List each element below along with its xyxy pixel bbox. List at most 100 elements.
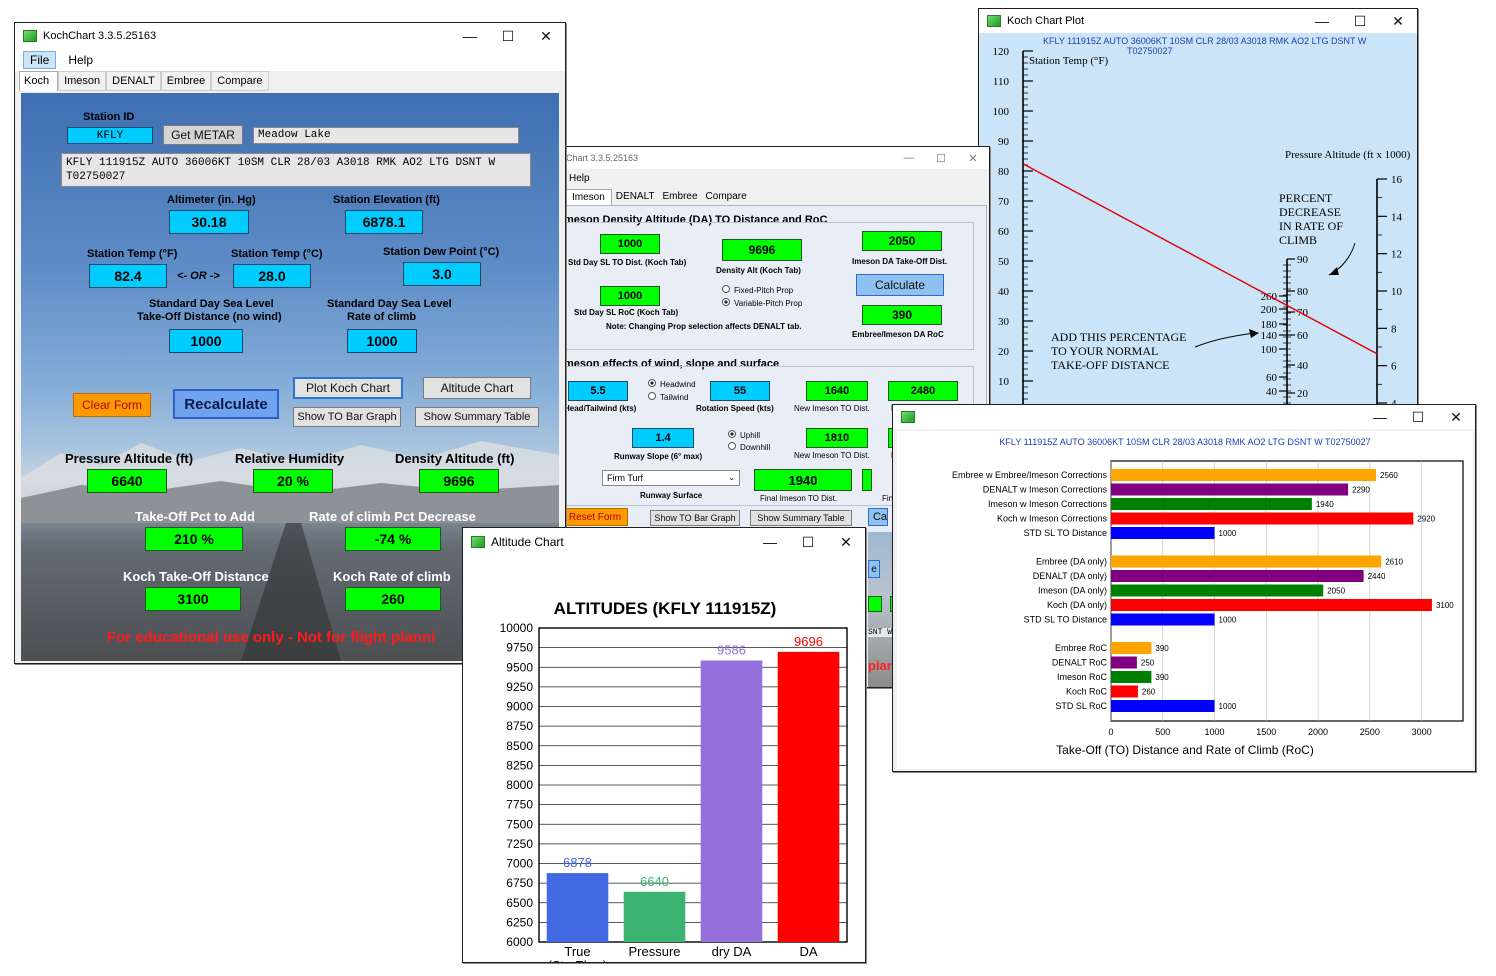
fixed-prop-radio[interactable]: Fixed-Pitch Prop [722,284,802,297]
close-icon[interactable]: ✕ [957,147,989,169]
altitude-chart-button[interactable]: Altitude Chart [423,377,531,399]
dew-point-field[interactable]: 3.0 [403,262,481,286]
dew-point-label: Station Dew Point (°C) [383,246,500,258]
x-tick-label: DA [799,944,817,959]
maximize-icon[interactable]: ☐ [925,147,957,169]
density-alt-field: 9696 [419,469,499,493]
pressure-alt-label: Pressure Altitude (ft) [65,451,194,466]
imeson-to-field[interactable]: 2050 [862,231,942,251]
final-to-field[interactable]: 1940 [754,469,852,491]
variable-prop-radio[interactable]: Variable-Pitch Prop [722,297,802,310]
arrow-head-icon [1249,329,1259,338]
tab-imeson[interactable]: Imeson [58,71,107,91]
center-left-tick-label: 40 [1266,386,1278,398]
station-id-input[interactable]: KFLY [67,127,153,144]
show-to-bar-button[interactable]: Show TO Bar Graph [293,407,401,427]
tab-denalt[interactable]: DENALT [612,189,659,205]
tab-compare[interactable]: Compare [211,71,269,91]
tab-denalt[interactable]: DENALT [106,71,161,91]
metar-text-field[interactable]: KFLY 111915Z AUTO 36006KT 10SM CLR 28/03… [61,153,531,187]
window-title: Koch Chart Plot [1007,15,1085,27]
minimize-icon[interactable]: — [1303,9,1341,33]
y-tick-label: STD SL TO Distance [1024,528,1107,538]
std-roc-field[interactable]: 1000 [600,286,660,306]
slope-field[interactable]: 1.4 [632,428,694,448]
radio-selected-icon [728,430,736,438]
bar [1111,599,1432,611]
y-tick-label: 8000 [506,778,533,792]
calculate-button-2[interactable]: Ca [868,508,888,526]
uphill-radio[interactable]: Uphill [728,430,770,442]
std-roc-field[interactable]: 1000 [347,329,417,353]
y-tick-label: 9750 [506,641,533,655]
temp-f-field[interactable]: 82.4 [89,264,167,288]
maximize-icon[interactable]: ☐ [789,528,827,556]
maximize-icon[interactable]: ☐ [1341,9,1379,33]
altimeter-field[interactable]: 30.18 [169,210,249,234]
tab-imeson[interactable]: Imeson [565,189,612,205]
col2-field-1[interactable]: 2480 [888,381,958,401]
show-summary-button[interactable]: Show Summary Table [750,510,852,526]
imeson-menu-help[interactable]: Help [569,173,590,184]
partial-disclaimer: plan [868,658,895,673]
plot-koch-chart-button[interactable]: Plot Koch Chart [293,377,403,399]
tab-embree[interactable]: Embree [160,71,212,91]
minimize-icon[interactable]: — [751,528,789,556]
rotation-field[interactable]: 55 [710,381,770,401]
y-tick-label: 7000 [506,857,533,871]
temp-tick-label: 40 [998,286,1010,298]
close-icon[interactable]: ✕ [827,528,865,556]
rh-field: 20 % [253,469,333,493]
radio-selected-icon [648,379,656,387]
da-field[interactable]: 9696 [722,239,802,261]
y-tick-label: Imeson (DA only) [1038,586,1107,596]
std-to-label-line2: Take-Off Distance (no wind) [137,311,282,323]
minimize-icon[interactable]: — [451,23,489,49]
pa-tick-label: 12 [1391,249,1402,261]
maximize-icon[interactable]: ☐ [1399,405,1437,429]
maximize-icon[interactable]: ☐ [489,23,527,49]
tab-strip: Koch Imeson DENALT Embree Compare [19,71,269,91]
close-icon[interactable]: ✕ [1437,405,1475,429]
downhill-radio[interactable]: Downhill [728,442,770,454]
surface-select[interactable]: Firm Turf ⌄ [602,470,740,486]
std-to-field[interactable]: 1000 [169,329,243,353]
roc-field[interactable]: 390 [862,305,942,325]
reset-form-button[interactable]: Reset Form [562,508,628,526]
col2-field-3[interactable] [862,469,872,491]
tab-compare[interactable]: Compare [702,189,751,205]
tailwind-radio[interactable]: Tailwind [648,391,696,404]
uphill-label: Uphill [740,431,761,440]
std-to-field[interactable]: 1000 [600,234,660,254]
close-icon[interactable]: ✕ [1379,9,1417,33]
y-tick-label: 8750 [506,719,533,733]
center-right-tick-label: 90 [1297,254,1309,266]
chevron-down-icon: ⌄ [728,473,735,482]
show-summary-button[interactable]: Show Summary Table [415,407,539,427]
temp-f-label: Station Temp (°F) [87,248,178,260]
minimize-icon[interactable]: — [893,147,925,169]
to-pct-label: Take-Off Pct to Add [135,509,255,524]
station-name-field[interactable]: Meadow Lake [253,127,519,144]
temp-tick-label: 50 [998,256,1010,268]
menu-file[interactable]: File [23,51,57,69]
final-to-label: Final Imeson TO Dist. [760,494,838,503]
new-to-field-2[interactable]: 1810 [806,428,868,448]
minimize-icon[interactable]: — [1361,405,1399,429]
calculate-button[interactable]: Calculate [856,274,944,296]
tab-embree[interactable]: Embree [659,189,702,205]
get-metar-button[interactable]: Get METAR [163,125,243,145]
headwind-radio[interactable]: Headwind [648,378,696,391]
center-right-tick-label: 70 [1297,307,1309,319]
elevation-field[interactable]: 6878.1 [345,210,423,234]
temp-c-field[interactable]: 28.0 [233,264,311,288]
show-to-bar-button[interactable]: Show TO Bar Graph [650,510,740,526]
tab-koch[interactable]: Koch [19,71,59,91]
close-icon[interactable]: ✕ [527,23,565,49]
partial-button[interactable]: e [868,560,880,578]
menu-help[interactable]: Help [64,52,97,68]
new-to-field-1[interactable]: 1640 [806,381,868,401]
clear-form-button[interactable]: Clear Form [73,393,151,417]
recalculate-button[interactable]: Recalculate [173,389,279,419]
wind-field[interactable]: 5.5 [568,381,628,401]
